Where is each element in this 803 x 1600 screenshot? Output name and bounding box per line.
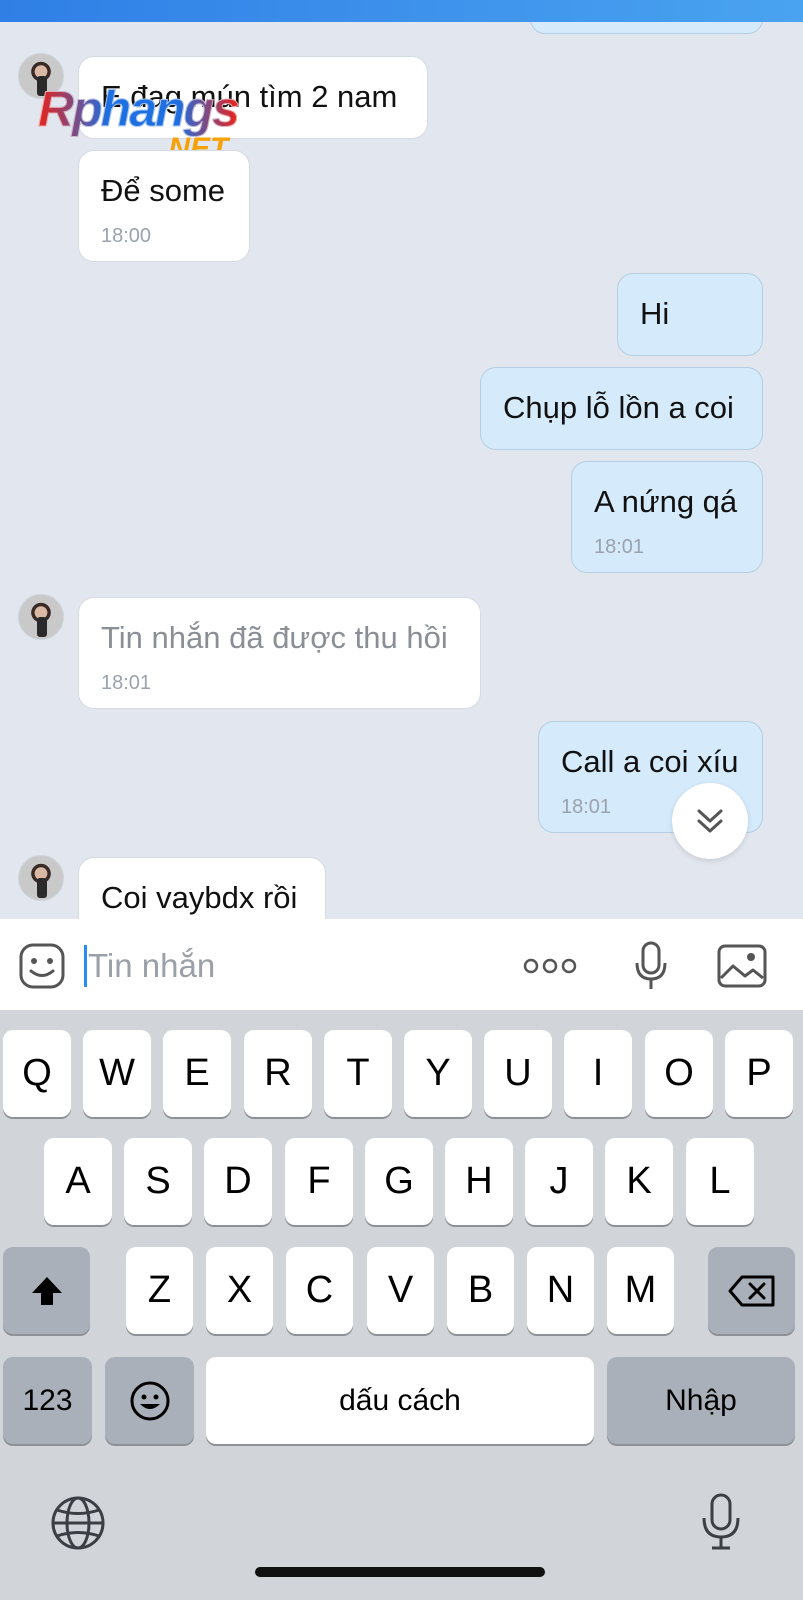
message-text: Coi vaybdx rồi: [101, 880, 298, 915]
dictation-button[interactable]: [700, 1492, 742, 1552]
emoji-icon: [130, 1381, 169, 1420]
voice-message-button[interactable]: [626, 941, 676, 991]
home-indicator: [255, 1567, 545, 1577]
header-bar: [0, 0, 803, 22]
key-letter[interactable]: B: [447, 1247, 514, 1334]
shift-icon: [31, 1276, 62, 1305]
key-letter[interactable]: I: [564, 1030, 632, 1117]
text-caret: [84, 945, 87, 987]
message-bubble-partial: [530, 22, 763, 34]
message-time: 18:00: [101, 225, 152, 247]
key-letter[interactable]: M: [607, 1247, 674, 1334]
return-key[interactable]: Nhập: [607, 1357, 795, 1444]
space-key[interactable]: dấu cách: [206, 1357, 594, 1444]
shift-key[interactable]: [3, 1247, 90, 1334]
key-letter[interactable]: G: [365, 1138, 433, 1225]
message-bubble-incoming[interactable]: E đag mún tìm 2 nam: [78, 56, 428, 139]
more-button[interactable]: [520, 941, 580, 991]
sticker-button[interactable]: [17, 941, 67, 991]
microphone-icon: [635, 941, 667, 989]
globe-icon: [51, 1496, 105, 1550]
message-bubble-outgoing[interactable]: A nứng qá 18:01: [571, 461, 763, 573]
key-letter[interactable]: Y: [404, 1030, 472, 1117]
chat-area[interactable]: E đag mún tìm 2 nam Rphangs .NET Để some…: [0, 22, 803, 919]
message-text: Chụp lỗ lồn a coi: [503, 390, 734, 425]
message-time: 18:01: [561, 796, 612, 818]
message-composer: [0, 919, 803, 1010]
more-dots-icon: [523, 958, 577, 974]
key-letter[interactable]: C: [286, 1247, 353, 1334]
avatar[interactable]: [18, 855, 64, 901]
key-letter[interactable]: D: [204, 1138, 272, 1225]
key-letter[interactable]: H: [445, 1138, 513, 1225]
avatar[interactable]: [18, 53, 64, 99]
scroll-to-bottom-button[interactable]: [672, 783, 748, 859]
backspace-key[interactable]: [708, 1247, 795, 1334]
key-letter[interactable]: P: [725, 1030, 793, 1117]
key-letter[interactable]: U: [484, 1030, 552, 1117]
emoji-key[interactable]: [105, 1357, 194, 1444]
image-button[interactable]: [714, 941, 770, 991]
message-text: E đag mún tìm 2 nam: [101, 79, 398, 114]
message-input[interactable]: [88, 941, 508, 991]
message-text: A nứng qá: [594, 484, 738, 519]
numbers-key[interactable]: 123: [3, 1357, 92, 1444]
double-chevron-down-icon: [697, 809, 723, 833]
key-letter[interactable]: W: [83, 1030, 151, 1117]
key-letter[interactable]: T: [324, 1030, 392, 1117]
avatar[interactable]: [18, 594, 64, 640]
key-letter[interactable]: R: [244, 1030, 312, 1117]
key-letter[interactable]: E: [163, 1030, 231, 1117]
image-icon: [717, 944, 767, 988]
message-text: Tin nhắn đã được thu hồi: [101, 620, 448, 655]
key-letter[interactable]: L: [686, 1138, 754, 1225]
message-text: Call a coi xíu: [561, 744, 739, 779]
message-bubble-incoming[interactable]: Coi vaybdx rồi: [78, 857, 326, 919]
globe-button[interactable]: [50, 1495, 106, 1551]
key-letter[interactable]: J: [525, 1138, 593, 1225]
key-letter[interactable]: V: [367, 1247, 434, 1334]
sticker-icon: [19, 943, 65, 989]
microphone-icon: [702, 1493, 740, 1550]
key-letter[interactable]: S: [124, 1138, 192, 1225]
message-bubble-outgoing[interactable]: Chụp lỗ lồn a coi: [480, 367, 763, 450]
key-letter[interactable]: X: [206, 1247, 273, 1334]
key-letter[interactable]: Q: [3, 1030, 71, 1117]
message-bubble-recalled[interactable]: Tin nhắn đã được thu hồi 18:01: [78, 597, 481, 709]
message-text: Để some: [101, 173, 226, 208]
key-letter[interactable]: N: [527, 1247, 594, 1334]
key-letter[interactable]: K: [605, 1138, 673, 1225]
key-letter[interactable]: F: [285, 1138, 353, 1225]
message-time: 18:01: [594, 536, 645, 558]
message-text: Hi: [640, 296, 670, 331]
key-letter[interactable]: A: [44, 1138, 112, 1225]
backspace-icon: [728, 1275, 774, 1306]
message-bubble-outgoing[interactable]: Hi: [617, 273, 763, 356]
key-letter[interactable]: Z: [126, 1247, 193, 1334]
message-bubble-incoming[interactable]: Để some 18:00: [78, 150, 250, 262]
key-letter[interactable]: O: [645, 1030, 713, 1117]
message-time: 18:01: [101, 672, 152, 694]
